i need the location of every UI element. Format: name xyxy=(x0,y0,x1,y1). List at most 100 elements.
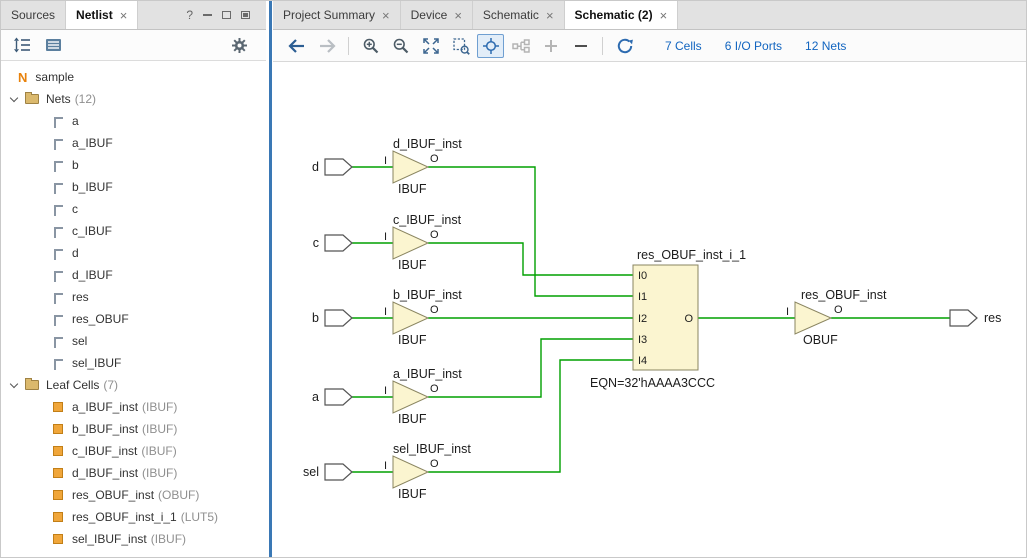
tree-item-cell[interactable]: b_IBUF_inst(IBUF) xyxy=(1,418,266,440)
pin-label: O xyxy=(430,229,439,241)
tree-group-leaf-cells[interactable]: Leaf Cells (7) xyxy=(1,374,266,396)
cell-b-ibuf[interactable] xyxy=(393,302,428,334)
port-label: sel xyxy=(303,465,319,479)
tree-item-net[interactable]: a xyxy=(1,110,266,132)
schematic-toolbar: 7 Cells 6 I/O Ports 12 Nets xyxy=(273,30,1026,62)
tab-netlist[interactable]: Netlist × xyxy=(66,1,138,29)
zoom-out-button[interactable] xyxy=(387,34,414,58)
cell-name: d_IBUF_inst xyxy=(72,466,138,480)
cell-sel-ibuf[interactable] xyxy=(393,456,428,488)
zoom-selection-button[interactable] xyxy=(447,34,474,58)
folder-icon xyxy=(25,94,39,104)
schematic-canvas[interactable]: d c b a sel d_IBUF_inst I O IBUF c_IBUF_… xyxy=(273,62,1026,557)
tree-item-net[interactable]: sel xyxy=(1,330,266,352)
tree-group-nets[interactable]: Nets (12) xyxy=(1,88,266,110)
expand-collapse-button[interactable] xyxy=(13,37,31,53)
forward-button[interactable] xyxy=(313,34,340,58)
pin-label: O xyxy=(430,304,439,316)
netlist-view-button[interactable] xyxy=(45,37,62,53)
zoom-in-button[interactable] xyxy=(357,34,384,58)
cell-a-ibuf[interactable] xyxy=(393,381,428,413)
back-button[interactable] xyxy=(283,34,310,58)
tree-item-net[interactable]: d xyxy=(1,242,266,264)
maximize-icon[interactable] xyxy=(241,11,250,19)
net-name: res_OBUF xyxy=(72,312,129,326)
zoom-fit-button[interactable] xyxy=(417,34,444,58)
net-name: d_IBUF xyxy=(72,268,113,282)
chevron-down-icon[interactable] xyxy=(10,379,18,387)
tree-item-net[interactable]: res xyxy=(1,286,266,308)
tree-item-net[interactable]: b xyxy=(1,154,266,176)
net-wire-d-ibuf[interactable] xyxy=(428,167,633,296)
tree-item-cell[interactable]: sel_IBUF_inst(IBUF) xyxy=(1,528,266,550)
tree-item-net[interactable]: a_IBUF xyxy=(1,132,266,154)
port-label: a xyxy=(312,390,319,404)
cells-link[interactable]: 7 Cells xyxy=(665,39,702,53)
nets-link[interactable]: 12 Nets xyxy=(805,39,846,53)
input-port-a[interactable] xyxy=(325,389,352,405)
pin-label: I0 xyxy=(638,270,647,282)
cell-d-ibuf[interactable] xyxy=(393,151,428,183)
cell-icon xyxy=(53,512,63,522)
add-button[interactable] xyxy=(537,34,564,58)
minimize-icon[interactable] xyxy=(203,14,212,16)
back-icon xyxy=(288,38,306,54)
settings-button[interactable] xyxy=(231,37,254,54)
tree-item-net[interactable]: res_OBUF xyxy=(1,308,266,330)
tab-device[interactable]: Device × xyxy=(401,1,473,29)
tree-item-net[interactable]: d_IBUF xyxy=(1,264,266,286)
instance-name: d_IBUF_inst xyxy=(393,137,462,151)
tab-sources[interactable]: Sources xyxy=(1,1,66,29)
tree-item-net[interactable]: b_IBUF xyxy=(1,176,266,198)
tab-schematic[interactable]: Schematic × xyxy=(473,1,565,29)
input-port-b[interactable] xyxy=(325,310,352,326)
left-tabbar: Sources Netlist × ? xyxy=(1,1,266,30)
input-port-c[interactable] xyxy=(325,235,352,251)
output-port-res[interactable] xyxy=(950,310,977,326)
zoom-selection-icon xyxy=(452,37,470,55)
panel-splitter[interactable] xyxy=(266,1,273,557)
cell-type: (IBUF) xyxy=(151,532,186,546)
cell-name: res_OBUF_inst_i_1 xyxy=(72,510,177,524)
pin-label: I xyxy=(384,231,387,243)
tree-item-cell[interactable]: d_IBUF_inst(IBUF) xyxy=(1,462,266,484)
net-icon xyxy=(54,117,63,128)
port-label: d xyxy=(312,160,319,174)
io-ports-link[interactable]: 6 I/O Ports xyxy=(725,39,782,53)
cell-c-ibuf[interactable] xyxy=(393,227,428,259)
expand-cone-button[interactable] xyxy=(507,34,534,58)
tab-schematic-2[interactable]: Schematic (2) × xyxy=(565,1,679,29)
autofit-selection-button[interactable] xyxy=(477,34,504,58)
tree-root-sample[interactable]: N sample xyxy=(1,66,266,88)
cell-type: (LUT5) xyxy=(181,510,218,524)
close-icon[interactable]: × xyxy=(454,8,462,23)
tree-item-net[interactable]: c_IBUF xyxy=(1,220,266,242)
tree-item-cell[interactable]: c_IBUF_inst(IBUF) xyxy=(1,440,266,462)
tree-item-cell[interactable]: a_IBUF_inst(IBUF) xyxy=(1,396,266,418)
net-icon xyxy=(54,205,63,216)
regenerate-icon xyxy=(616,37,634,55)
net-icon xyxy=(54,139,63,150)
tree-item-net[interactable]: sel_IBUF xyxy=(1,352,266,374)
cell-res-obuf[interactable] xyxy=(795,302,831,334)
tree-item-cell[interactable]: res_OBUF_inst(OBUF) xyxy=(1,484,266,506)
input-port-d[interactable] xyxy=(325,159,352,175)
tab-project-summary[interactable]: Project Summary × xyxy=(273,1,401,29)
right-tabbar: Project Summary × Device × Schematic × S… xyxy=(273,1,1026,30)
help-icon[interactable]: ? xyxy=(186,8,193,22)
tree-item-net[interactable]: c xyxy=(1,198,266,220)
toolbar-separator xyxy=(602,37,603,55)
tab-label: Device xyxy=(411,8,448,22)
regenerate-button[interactable] xyxy=(611,34,638,58)
close-icon[interactable]: × xyxy=(546,8,554,23)
tree-item-cell[interactable]: res_OBUF_inst_i_1 (LUT5) xyxy=(1,506,266,528)
remove-button[interactable] xyxy=(567,34,594,58)
float-icon[interactable] xyxy=(222,11,231,19)
close-icon[interactable]: × xyxy=(660,8,668,23)
close-icon[interactable]: × xyxy=(382,8,390,23)
close-icon[interactable]: × xyxy=(120,8,128,23)
tab-label: Sources xyxy=(11,8,55,22)
chevron-down-icon[interactable] xyxy=(10,93,18,101)
input-port-sel[interactable] xyxy=(325,464,352,480)
net-wire-c-ibuf[interactable] xyxy=(428,243,633,275)
